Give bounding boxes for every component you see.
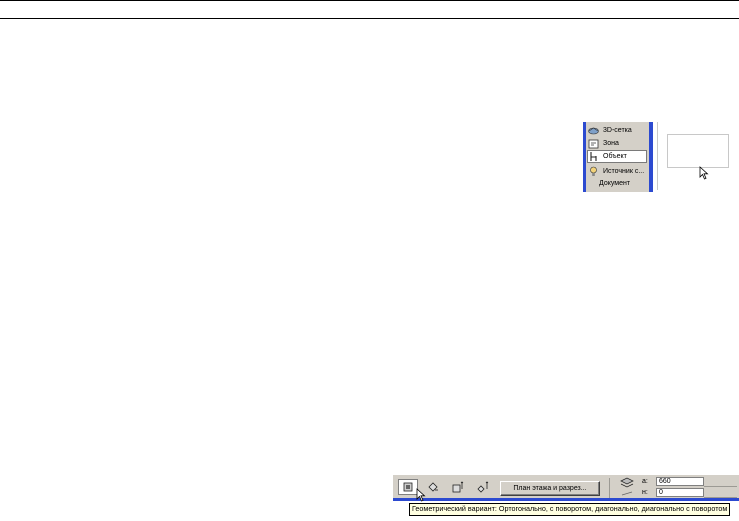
field-h-input[interactable]: 0	[656, 488, 704, 497]
header-rule-lower	[0, 18, 739, 19]
lamp-icon	[590, 166, 597, 176]
diagonal-rotated-icon	[477, 481, 489, 493]
geometry-diagonal-rotated-button[interactable]	[473, 479, 493, 495]
field-h-label: н:	[642, 489, 648, 496]
header-rule	[0, 0, 739, 1]
toolbox-strip	[583, 122, 586, 192]
rotated-icon	[428, 482, 438, 492]
tool-mesh-3d-label: 3D-сетка	[603, 127, 632, 134]
field-a-extension	[704, 477, 737, 487]
mesh-3d-icon	[588, 127, 599, 135]
mouse-pointer-icon	[416, 488, 426, 502]
tool-light-source-label: Источник с...	[603, 168, 645, 175]
height-arrow-icon	[621, 491, 633, 496]
info-box-bottom-bar	[393, 498, 739, 501]
toolbox-section-document[interactable]: Документ	[599, 180, 630, 187]
info-box-toolbar: План этажа и разрез... a: 660 н: 0	[393, 474, 739, 499]
tool-object[interactable]: Объект	[587, 150, 647, 163]
tool-light-source[interactable]: Источник с...	[588, 165, 650, 178]
mouse-pointer-icon	[699, 166, 709, 180]
toolbar-separator	[609, 478, 610, 498]
drawing-canvas[interactable]	[657, 122, 739, 190]
tool-mesh-3d[interactable]: 3D-сетка	[588, 124, 650, 137]
zone-icon	[588, 139, 599, 149]
field-h-extension	[704, 488, 737, 498]
layer-stack-icon	[620, 477, 634, 488]
floor-plan-and-section-button[interactable]: План этажа и разрез...	[500, 481, 600, 496]
orthogonal-icon	[403, 482, 413, 492]
diagonal-icon	[452, 481, 464, 493]
geometry-diagonal-button[interactable]	[448, 479, 468, 495]
geometry-orthogonal-button[interactable]	[398, 479, 418, 495]
canvas-placement-box	[667, 134, 729, 168]
tool-zone[interactable]: Зона	[588, 137, 650, 150]
toolbox-panel: 3D-сетка Зона Объект Источник с... Докум…	[583, 122, 653, 192]
object-chair-icon	[590, 152, 597, 161]
field-a-input[interactable]: 660	[656, 477, 704, 486]
field-a-label: a:	[642, 478, 648, 485]
geometry-rotated-button[interactable]	[423, 479, 443, 495]
tool-zone-label: Зона	[603, 140, 619, 147]
geometry-tooltip: Геометрический вариант: Ортогонально, с …	[409, 503, 731, 516]
tool-object-label: Объект	[603, 153, 627, 160]
